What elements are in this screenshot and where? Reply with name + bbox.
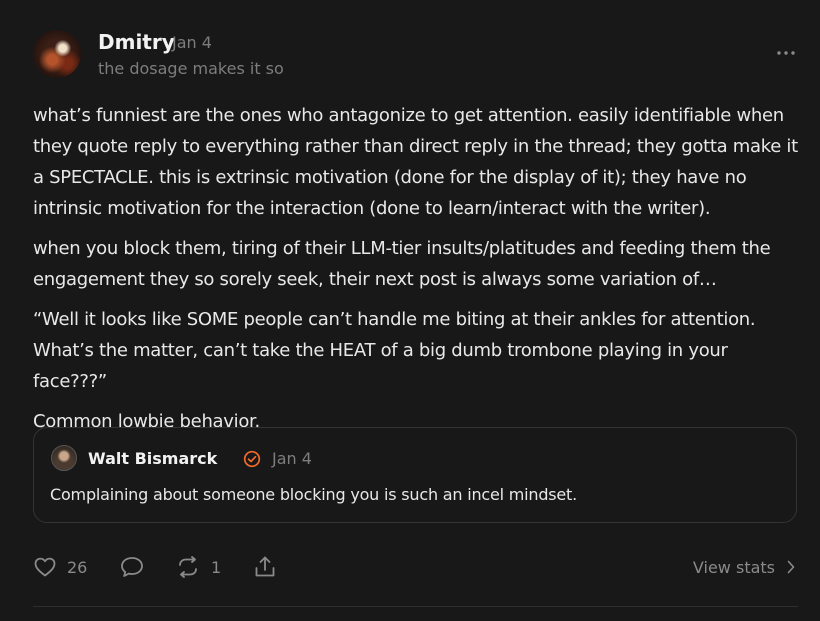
quoted-avatar[interactable] — [51, 445, 77, 471]
quoted-author-name[interactable]: Walt Bismarck — [88, 448, 217, 470]
author-subtitle: the dosage makes it so — [98, 59, 284, 78]
post-paragraph: what’s funniest are the ones who antagon… — [33, 105, 798, 219]
quoted-text: Complaining about someone blocking you i… — [50, 485, 578, 504]
author-name[interactable]: Dmitry — [98, 30, 175, 54]
post-card: Dmitry Jan 4 the dosage makes it so what… — [0, 0, 820, 621]
share-icon — [255, 556, 275, 577]
like-count: 26 — [67, 557, 88, 577]
like-button[interactable]: 26 — [33, 553, 87, 581]
post-date[interactable]: Jan 4 — [172, 32, 212, 54]
comment-icon — [121, 557, 143, 577]
verified-badge-icon — [243, 450, 261, 468]
more-options-icon[interactable] — [773, 44, 799, 62]
action-bar: 26 1 View stats — [33, 553, 803, 581]
quoted-date: Jan 4 — [272, 449, 312, 468]
post-body: what’s funniest are the ones who antagon… — [33, 100, 803, 446]
share-button[interactable] — [252, 553, 278, 581]
chevron-right-icon — [787, 560, 795, 574]
restack-icon — [179, 556, 197, 578]
post-paragraph: “Well it looks like SOME people can’t ha… — [33, 309, 756, 392]
restack-count: 1 — [211, 557, 222, 577]
restack-button[interactable]: 1 — [175, 553, 221, 581]
heart-icon — [34, 557, 56, 577]
quoted-post[interactable]: Walt Bismarck Jan 4 Complaining about so… — [33, 427, 797, 523]
post-paragraph: when you block them, tiring of their LLM… — [33, 238, 771, 290]
view-stats-label: View stats — [692, 557, 775, 577]
view-stats-link[interactable]: View stats — [693, 553, 795, 581]
comment-button[interactable] — [119, 553, 155, 581]
avatar[interactable] — [33, 30, 81, 78]
divider — [33, 606, 798, 607]
